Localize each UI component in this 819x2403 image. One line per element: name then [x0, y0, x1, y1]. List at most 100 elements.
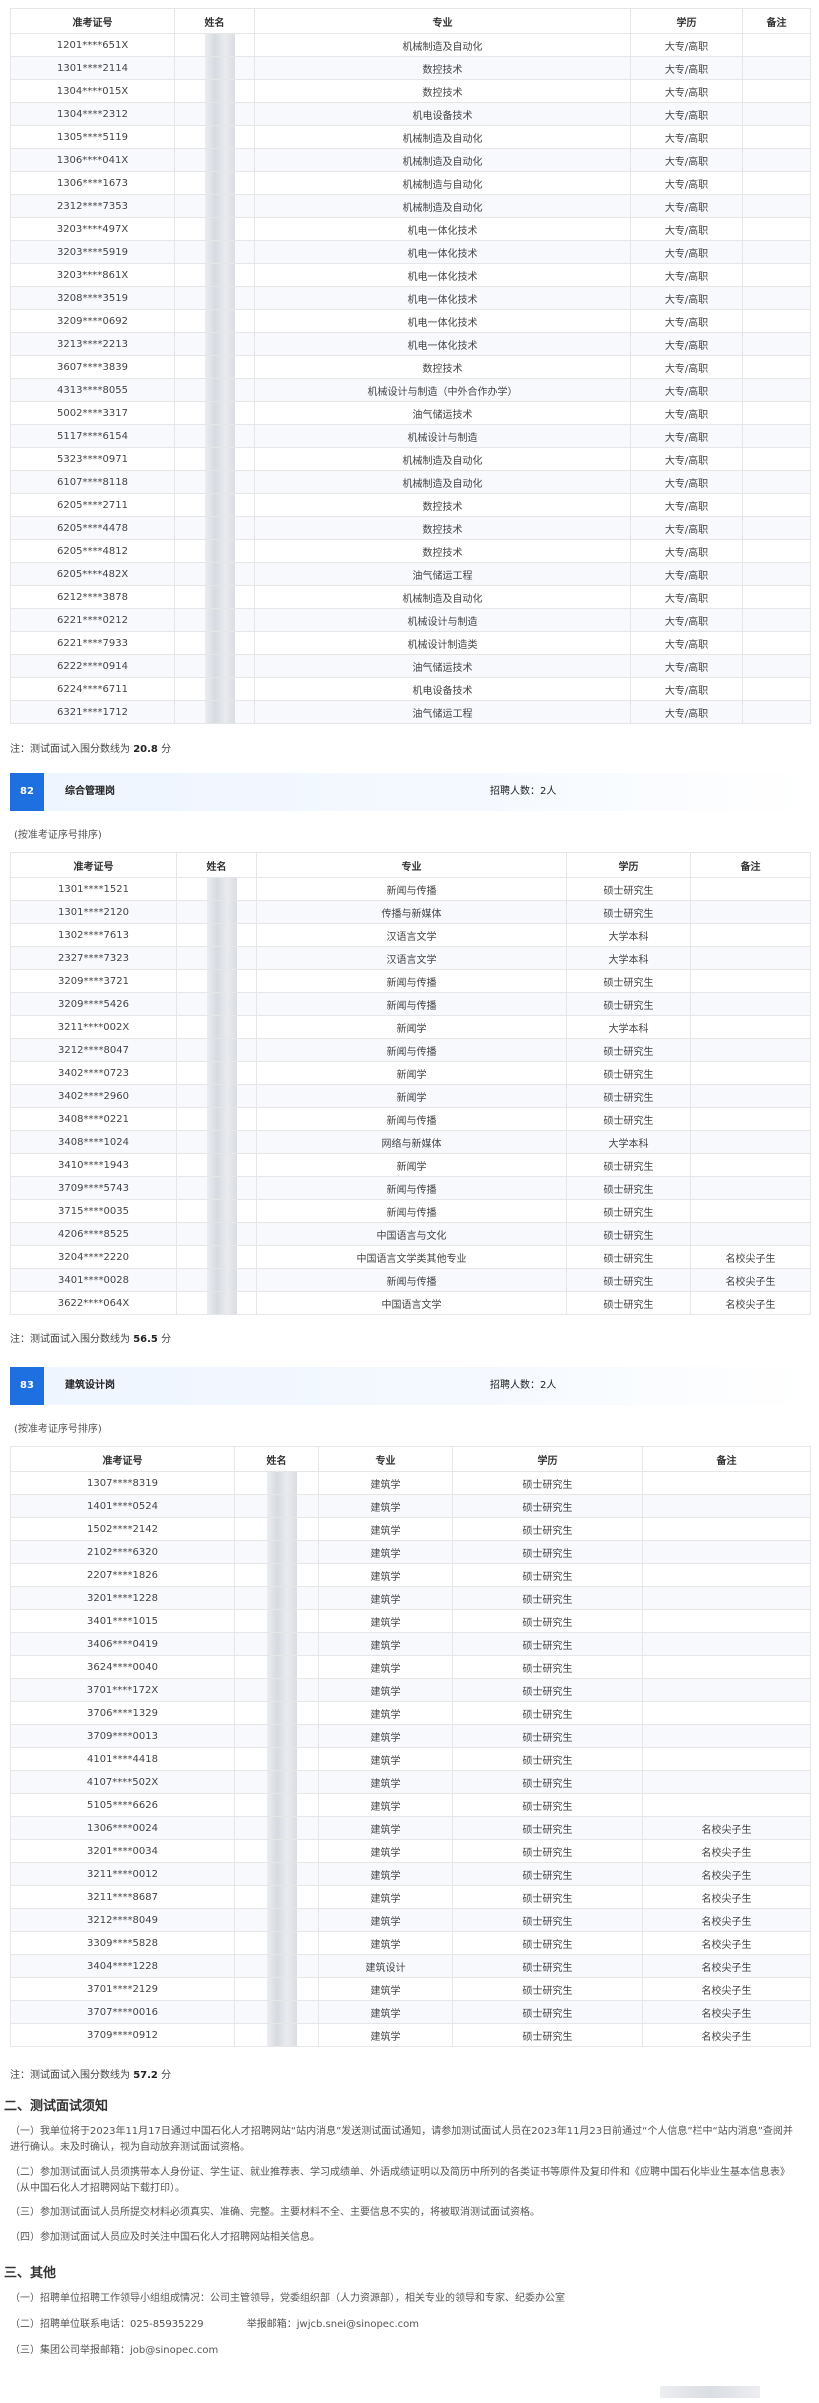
remark-cell — [690, 1176, 811, 1200]
blurred-name — [204, 310, 235, 332]
blurred-name — [204, 218, 235, 240]
edu-cell: 大学本科 — [566, 1015, 691, 1039]
remark-cell — [742, 79, 811, 103]
blurred-name — [206, 947, 237, 969]
table-row: 3201****1228 建筑学 硕士研究生 — [10, 1586, 811, 1610]
edu-cell: 大专/高职 — [630, 378, 743, 402]
edu-cell: 大专/高职 — [630, 355, 743, 379]
name-cell — [174, 378, 255, 402]
name-cell — [174, 585, 255, 609]
name-cell — [234, 1609, 319, 1633]
major-cell: 建筑学 — [318, 1655, 453, 1679]
major-cell: 建筑学 — [318, 1931, 453, 1955]
name-cell — [174, 700, 255, 724]
name-cell — [234, 1632, 319, 1656]
table-row: 1307****8319 建筑学 硕士研究生 — [10, 1471, 811, 1495]
table-header-row: 准考证号 姓名 专业 学历 备注 — [10, 8, 811, 34]
name-cell — [174, 217, 255, 241]
remark-cell — [642, 1770, 811, 1794]
table-row: 2327****7323 汉语言文学 大学本科 — [10, 946, 811, 970]
edu-cell: 大学本科 — [566, 946, 691, 970]
blurred-name — [266, 1840, 297, 1862]
id-cell: 1304****015X — [10, 79, 175, 103]
table-row: 5323****0971 机械制造及自动化 大专/高职 — [10, 447, 811, 471]
name-cell — [176, 1153, 257, 1177]
remark-cell — [742, 194, 811, 218]
name-cell — [176, 1176, 257, 1200]
id-cell: 6205****482X — [10, 562, 175, 586]
major-cell: 新闻学 — [256, 1153, 567, 1177]
edu-cell: 硕士研究生 — [566, 969, 691, 993]
major-cell: 中国语言与文化 — [256, 1222, 567, 1246]
edu-cell: 大学本科 — [566, 923, 691, 947]
edu-cell: 硕士研究生 — [452, 1678, 643, 1702]
report-email[interactable]: 举报邮箱：jwjcb.snei@sinopec.com — [247, 2319, 419, 2330]
table-row: 5105****6626 建筑学 硕士研究生 — [10, 1793, 811, 1817]
table-row: 1502****2142 建筑学 硕士研究生 — [10, 1517, 811, 1541]
table-header-row: 准考证号 姓名 专业 学历 备注 — [10, 852, 811, 878]
id-cell: 3211****0012 — [10, 1862, 235, 1886]
blurred-name — [266, 1679, 297, 1701]
blurred-name — [204, 34, 235, 56]
table-3-body: 1307****8319 建筑学 硕士研究生 1401****0524 建筑学 硕士研究生… — [10, 1471, 811, 2047]
table-2-body: 1301****1521 新闻与传播 硕士研究生 1301****2120 传播与新媒体… — [10, 877, 811, 1315]
id-cell: 4107****502X — [10, 1770, 235, 1794]
name-cell — [176, 992, 257, 1016]
id-cell: 1301****1521 — [10, 877, 177, 901]
remark-cell — [742, 102, 811, 126]
major-cell: 建筑学 — [318, 1770, 453, 1794]
table-row: 3401****0028 新闻与传播 硕士研究生 名校尖子生 — [10, 1268, 811, 1292]
remark-cell — [642, 1517, 811, 1541]
blurred-name — [204, 172, 235, 194]
name-cell — [176, 1222, 257, 1246]
table-row: 3209****3721 新闻与传播 硕士研究生 — [10, 969, 811, 993]
table-row: 6212****3878 机械制造及自动化 大专/高职 — [10, 585, 811, 609]
blurred-name — [204, 379, 235, 401]
edu-cell: 硕士研究生 — [452, 1885, 643, 1909]
major-cell: 新闻与传播 — [256, 877, 567, 901]
id-cell: 4313****8055 — [10, 378, 175, 402]
remark-cell — [690, 1015, 811, 1039]
blurred-name — [204, 57, 235, 79]
notice-item-2: （二）参加测试面试人员须携带本人身份证、学生证、就业推荐表、学习成绩单、外语成绩… — [10, 2167, 790, 2194]
remark-cell — [742, 171, 811, 195]
table-row: 3203****5919 机电一体化技术 大专/高职 — [10, 240, 811, 264]
name-cell — [174, 401, 255, 425]
remark-cell: 名校尖子生 — [642, 1885, 811, 1909]
id-cell: 2207****1826 — [10, 1563, 235, 1587]
major-cell: 建筑学 — [318, 1540, 453, 1564]
id-cell: 1306****041X — [10, 148, 175, 172]
section-header-82: 82 综合管理岗 招聘人数：2人 — [10, 773, 810, 811]
edu-cell: 大专/高职 — [630, 401, 743, 425]
header-id: 准考证号 — [10, 8, 175, 34]
table-row: 1301****2114 数控技术 大专/高职 — [10, 56, 811, 80]
major-cell: 油气储运工程 — [254, 562, 631, 586]
major-cell: 建筑学 — [318, 1471, 453, 1495]
table-row: 3406****0419 建筑学 硕士研究生 — [10, 1632, 811, 1656]
major-cell: 数控技术 — [254, 56, 631, 80]
edu-cell: 硕士研究生 — [452, 1977, 643, 2001]
major-cell: 数控技术 — [254, 539, 631, 563]
blurred-name — [204, 494, 235, 516]
name-cell — [234, 2023, 319, 2047]
remark-cell — [742, 148, 811, 172]
blurred-name — [206, 1200, 237, 1222]
blurred-name — [204, 264, 235, 286]
major-cell: 网络与新媒体 — [256, 1130, 567, 1154]
notice-item-1: （一）我单位将于2023年11月17日通过中国石化人才招聘网站“站内消息”发送测… — [10, 2126, 793, 2153]
major-cell: 汉语言文学 — [256, 923, 567, 947]
edu-cell: 硕士研究生 — [452, 1908, 643, 1932]
name-cell — [174, 677, 255, 701]
major-cell: 建筑学 — [318, 1701, 453, 1725]
major-cell: 建筑学 — [318, 1517, 453, 1541]
major-cell: 新闻与传播 — [256, 1176, 567, 1200]
name-cell — [234, 1678, 319, 1702]
edu-cell: 大专/高职 — [630, 79, 743, 103]
edu-cell: 硕士研究生 — [566, 1038, 691, 1062]
table-row: 1301****1521 新闻与传播 硕士研究生 — [10, 877, 811, 901]
edu-cell: 硕士研究生 — [452, 1609, 643, 1633]
blurred-name — [204, 471, 235, 493]
id-cell: 1306****0024 — [10, 1816, 235, 1840]
major-cell: 建筑学 — [318, 1885, 453, 1909]
table-row: 1305****5119 机械制造及自动化 大专/高职 — [10, 125, 811, 149]
